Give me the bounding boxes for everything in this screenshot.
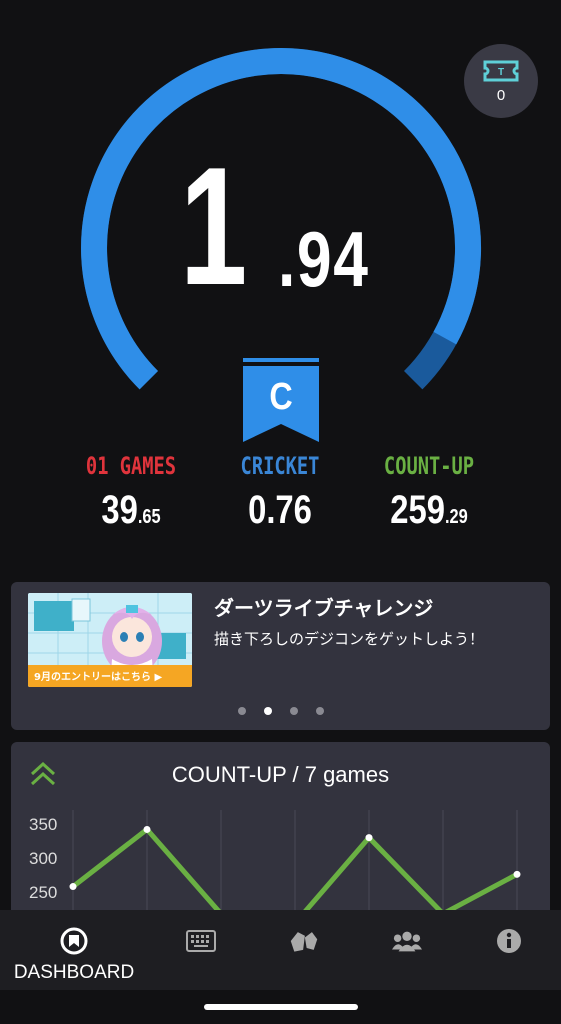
nav-keyboard[interactable] [145, 910, 257, 990]
dart-game-icon [289, 926, 319, 956]
data-point [69, 883, 77, 891]
y-tick-label: 300 [29, 849, 57, 868]
data-point [513, 870, 521, 878]
stat-value-main: 259 [390, 488, 445, 532]
stat-label: 01 GAMES [85, 452, 177, 480]
friends-icon [392, 926, 422, 956]
dashboard-icon [59, 926, 89, 956]
stats-row: 01 GAMES 39.65 CRICKET 0.76 COUNT-UP 259… [0, 452, 561, 542]
banner-thumbnail[interactable]: 9月のエントリーはこちら ▶ [28, 593, 192, 687]
home-indicator[interactable] [204, 1004, 358, 1010]
banner-illustration: 9月のエントリーはこちら ▶ [28, 593, 192, 687]
stat-value-main: 0.76 [248, 488, 312, 532]
carousel-dot[interactable] [289, 707, 298, 715]
data-point [365, 834, 373, 842]
stat-value: 0.76 [206, 488, 354, 533]
rating-value: 1 .94 [180, 130, 400, 310]
carousel-dot[interactable] [315, 707, 324, 715]
stat-value-main: 39 [101, 488, 138, 532]
banner-title: ダーツライブチャレンジ [214, 596, 434, 620]
stat-value: 39.65 [57, 488, 205, 533]
stat-value-small: .29 [444, 506, 468, 528]
ticket-icon: T [483, 60, 519, 81]
stat-value: 259.29 [355, 488, 503, 533]
rating-decimal: .94 [278, 215, 370, 303]
stat-count-up[interactable]: COUNT-UP 259.29 [339, 452, 519, 533]
info-icon [494, 926, 524, 956]
nav-friends[interactable] [351, 910, 463, 990]
nav-dashboard[interactable]: DASHBOARD [14, 910, 134, 990]
ticket-count: 0 [496, 86, 506, 104]
nav-label: DASHBOARD [13, 962, 135, 983]
stat-label: COUNT-UP [383, 452, 475, 480]
stat-label: CRICKET [240, 452, 320, 480]
banner-subtitle: 描き下ろしのデジコンをゲットしよう！ [214, 630, 485, 648]
nav-info[interactable] [453, 910, 561, 990]
class-letter: C [269, 376, 293, 418]
carousel-dot[interactable] [263, 707, 272, 715]
event-banner[interactable]: 9月のエントリーはこちら ▶ ダーツライブチャレンジ 描き下ろしのデジコンをゲッ… [11, 582, 550, 730]
svg-text:T: T [498, 67, 504, 78]
carousel-dots [11, 707, 550, 715]
keyboard-icon [186, 926, 216, 956]
carousel-dot[interactable] [237, 707, 246, 715]
banner-thumb-caption: 9月のエントリーはこちら ▶ [34, 671, 162, 683]
y-tick-label: 250 [29, 883, 57, 902]
nav-dart-game[interactable] [248, 910, 360, 990]
y-tick-label: 350 [29, 815, 57, 834]
data-point [143, 825, 151, 833]
bottom-navigation: DASHBOARD [0, 910, 561, 990]
stat-value-small: .65 [137, 506, 161, 528]
rating-integer: 1 [180, 132, 248, 320]
ticket-button[interactable]: T 0 [464, 44, 538, 118]
